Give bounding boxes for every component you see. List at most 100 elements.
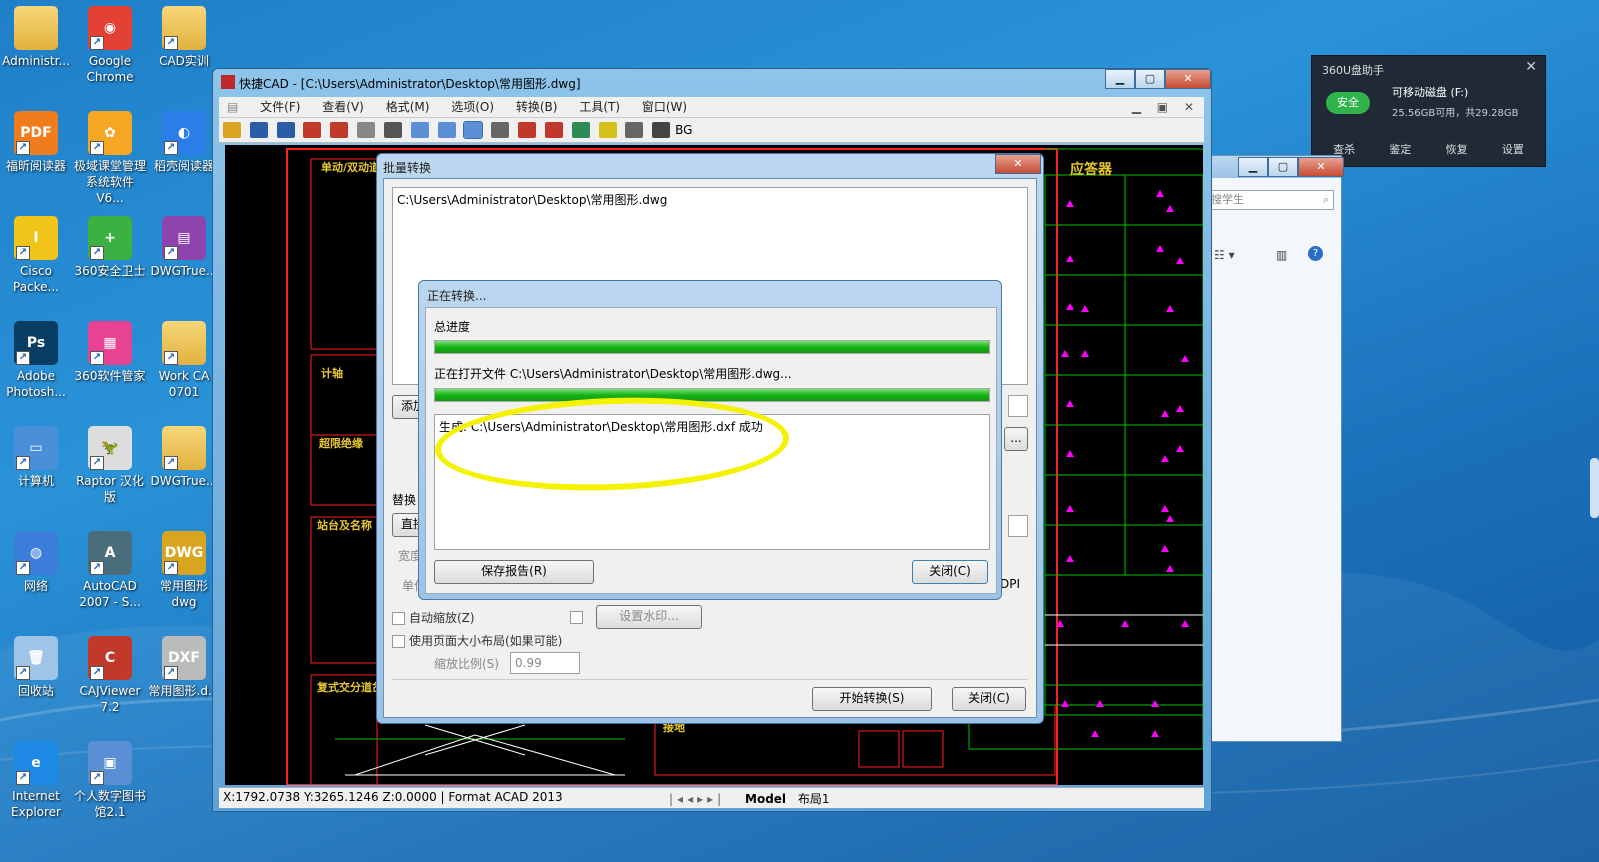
desktop-icon[interactable]: ◐ ↗ 稻壳阅读器 <box>148 111 220 174</box>
tab-layout1[interactable]: 布局1 <box>798 792 830 806</box>
minimize-icon[interactable]: ▁ <box>1105 69 1135 89</box>
desktop-icon[interactable]: 🗑 ↗ 回收站 <box>0 636 72 699</box>
output-field[interactable] <box>1008 395 1028 417</box>
shortcut-arrow-icon: ↗ <box>16 141 30 155</box>
zoom-window-icon[interactable] <box>463 121 484 139</box>
desktop-icon[interactable]: e ↗ Internet Explorer <box>0 741 72 820</box>
desktop-icon[interactable]: ◉ ↗ Google Chrome <box>74 6 146 85</box>
page-size-option[interactable]: 使用页面大小布局(如果可能) <box>392 632 562 649</box>
zoom-extents-icon[interactable] <box>518 122 537 138</box>
progress-close-button[interactable]: 关闭(C) <box>912 560 988 584</box>
bg-toggle[interactable]: BG <box>675 123 692 137</box>
view-options-icon[interactable]: ☷ ▾ <box>1214 248 1235 262</box>
open-icon[interactable] <box>223 122 241 138</box>
layout-tabs: |◂◂▸▸| Model 布局1 <box>669 790 830 807</box>
pan-icon[interactable] <box>491 122 510 138</box>
start-convert-button[interactable]: 开始转换(S) <box>812 687 932 711</box>
desktop-icon[interactable]: + ↗ 360安全卫士 <box>74 216 146 279</box>
desktop-icon[interactable]: DXF ↗ 常用图形.d... <box>148 636 220 699</box>
help-icon[interactable]: ? <box>1308 246 1323 261</box>
file-list-item[interactable]: C:\Users\Administrator\Desktop\常用图形.dwg <box>393 188 1027 211</box>
watermark-button[interactable]: 设置水印... <box>596 605 702 629</box>
close-icon[interactable]: ✕ <box>1525 59 1537 75</box>
folder-icon: ↗ <box>162 426 206 470</box>
save-as-icon[interactable] <box>276 122 295 138</box>
desktop-icon-label: Work CA 0701 <box>158 369 210 399</box>
desktop-icon[interactable]: Ps ↗ Adobe Photosh... <box>0 321 72 400</box>
desktop-icon[interactable]: ▤ ↗ DWGTrue... <box>148 216 220 279</box>
copy-icon[interactable] <box>357 122 376 138</box>
menu-tools[interactable]: 工具(T) <box>579 97 620 117</box>
shortcut-arrow-icon: ↗ <box>90 351 104 365</box>
desktop-icon[interactable]: DWG ↗ 常用图形 dwg <box>148 531 220 610</box>
zoom-out-icon[interactable] <box>437 122 456 138</box>
desktop-icon[interactable]: ▣ ↗ 个人数字图书 馆2.1 <box>74 741 146 820</box>
scale-input[interactable]: 0.99 <box>510 652 580 674</box>
maximize-icon[interactable]: ▢ <box>1268 157 1298 177</box>
menu-convert[interactable]: 转换(B) <box>516 97 558 117</box>
desktop-icon[interactable]: Administr... <box>0 6 72 69</box>
maximize-icon[interactable]: ▢ <box>1135 69 1165 89</box>
cajviewer-icon: C ↗ <box>88 636 132 680</box>
layers-icon[interactable] <box>571 122 590 138</box>
menu-file[interactable]: 文件(F) <box>260 97 300 117</box>
recycle-bin-icon: 🗑 ↗ <box>14 636 58 680</box>
desktop-icon[interactable]: ▦ ↗ 360软件管家 <box>74 321 146 384</box>
desktop-icon[interactable]: ↗ CAD实训 <box>148 6 220 69</box>
identify-button[interactable]: 鉴定 <box>1389 141 1411 157</box>
search-input[interactable]: 搜学生 ⌕ <box>1210 190 1334 210</box>
black-background-icon[interactable] <box>652 122 671 138</box>
print-icon[interactable] <box>383 122 402 138</box>
menu-format[interactable]: 格式(M) <box>386 97 430 117</box>
dwg-file-icon: DWG ↗ <box>162 531 206 575</box>
menu-view[interactable]: 查看(V) <box>322 97 364 117</box>
auto-zoom-checkbox[interactable] <box>392 612 405 625</box>
menu-window[interactable]: 窗口(W) <box>642 97 687 117</box>
desktop-icon[interactable]: ↗ DWGTrue... <box>148 426 220 489</box>
desktop-icon[interactable]: ▭ ↗ 计算机 <box>0 426 72 489</box>
desktop-icon[interactable]: ✿ ↗ 极域课堂管理 系统软件V6... <box>74 111 146 206</box>
mdi-controls[interactable]: ▁ ▣ ✕ <box>1132 97 1200 117</box>
preview-pane-icon[interactable]: ▥ <box>1276 248 1287 262</box>
page-size-checkbox[interactable] <box>392 635 405 648</box>
browse-button[interactable]: ... <box>1004 427 1028 451</box>
settings-button[interactable]: 设置 <box>1502 141 1524 157</box>
close-icon[interactable]: ✕ <box>995 154 1041 174</box>
close-icon[interactable]: ✕ <box>1298 157 1344 177</box>
dialog-controls: ✕ <box>995 154 1041 174</box>
batch-close-button[interactable]: 关闭(C) <box>952 687 1026 711</box>
raptor-icon: 🦖 ↗ <box>88 426 132 470</box>
tab-model[interactable]: Model <box>745 792 786 806</box>
save-icon[interactable] <box>249 122 268 138</box>
desktop-icon[interactable]: A ↗ AutoCAD 2007 - S... <box>74 531 146 610</box>
desktop-icon[interactable]: PDF ↗ 福昕阅读器 <box>0 111 72 174</box>
option-field[interactable] <box>1008 515 1028 537</box>
close-icon[interactable]: ✕ <box>1165 69 1211 89</box>
desktop-icon[interactable]: C ↗ CAJViewer 7.2 <box>74 636 146 715</box>
desktop-icon-label: 回收站 <box>17 684 54 698</box>
shortcut-arrow-icon: ↗ <box>16 456 30 470</box>
watermark-checkbox[interactable] <box>570 611 583 624</box>
tab-navigation-icon[interactable]: |◂◂▸▸| <box>669 792 725 806</box>
save-report-button[interactable]: 保存报告(R) <box>434 560 594 584</box>
shortcut-arrow-icon: ↗ <box>164 246 178 260</box>
foxit-icon: PDF ↗ <box>14 111 58 155</box>
snap-icon[interactable] <box>598 122 617 138</box>
divider <box>392 679 1028 680</box>
zoom-in-icon[interactable] <box>410 122 429 138</box>
desktop-icon[interactable]: ◍ ↗ 网络 <box>0 531 72 594</box>
scroll-indicator[interactable] <box>1590 458 1599 518</box>
auto-zoom-option[interactable]: 自动缩放(Z) <box>392 609 475 626</box>
cut-icon[interactable] <box>330 122 349 138</box>
minimize-icon[interactable]: ▁ <box>1238 157 1268 177</box>
desktop-icon[interactable]: I ↗ Cisco Packe... <box>0 216 72 295</box>
scale-label: 缩放比例(S) <box>434 657 499 671</box>
desktop-icon[interactable]: ↗ Work CA 0701 <box>148 321 220 400</box>
search-icon[interactable]: ⌕ <box>1323 191 1329 209</box>
restore-button[interactable]: 恢复 <box>1446 141 1468 157</box>
properties-icon[interactable] <box>625 122 644 138</box>
menu-options[interactable]: 选项(O) <box>451 97 494 117</box>
desktop-icon[interactable]: 🦖 ↗ Raptor 汉化 版 <box>74 426 146 505</box>
pdf-icon[interactable] <box>303 122 322 138</box>
zoom-previous-icon[interactable] <box>544 122 563 138</box>
